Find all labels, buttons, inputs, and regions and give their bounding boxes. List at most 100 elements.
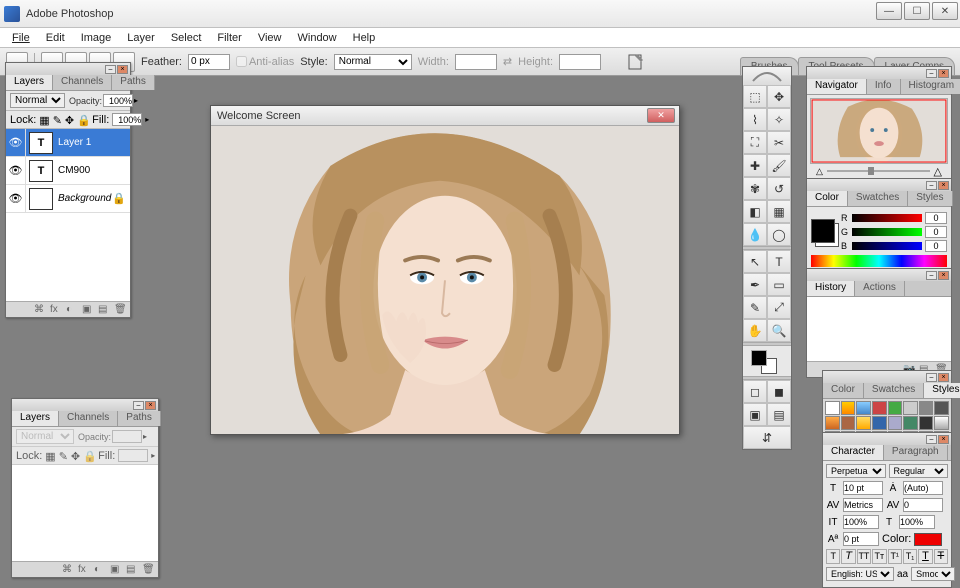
superscript-button[interactable]: T¹ xyxy=(888,549,902,564)
dodge-tool[interactable]: ◯ xyxy=(767,223,791,246)
style-swatch[interactable] xyxy=(934,401,949,415)
maximize-button[interactable]: ☐ xyxy=(904,2,930,20)
type-tool[interactable]: T xyxy=(767,250,791,273)
pen-tool[interactable]: ✒ xyxy=(743,273,767,296)
document-close-button[interactable]: ✕ xyxy=(647,108,675,123)
lock-pixels-icon[interactable]: ✎ xyxy=(53,114,62,126)
canvas[interactable] xyxy=(211,126,679,434)
brush-tool[interactable]: 🖌 xyxy=(767,154,791,177)
panel-minimize-icon[interactable]: – xyxy=(926,435,937,444)
tab-channels[interactable]: Channels xyxy=(59,411,118,426)
layer-mask-icon[interactable]: ◐ xyxy=(94,564,106,576)
tab-styles[interactable]: Styles xyxy=(924,383,960,398)
tab-navigator[interactable]: Navigator xyxy=(807,79,867,94)
allcaps-button[interactable]: TT xyxy=(857,549,871,564)
screen-mode-2-icon[interactable]: ▤ xyxy=(767,403,791,426)
lock-transparency-icon[interactable]: ▦ xyxy=(39,114,49,126)
layer-row[interactable]: 👁 T Layer 1 xyxy=(6,129,130,157)
kerning-input[interactable] xyxy=(843,498,883,512)
b-slider[interactable] xyxy=(852,242,922,250)
panel-close-icon[interactable]: × xyxy=(117,65,128,74)
eye-icon[interactable]: 👁 xyxy=(9,192,23,205)
panel-minimize-icon[interactable]: – xyxy=(926,69,937,78)
panel-minimize-icon[interactable]: – xyxy=(926,373,937,382)
zoom-in-icon[interactable]: △ xyxy=(934,165,942,178)
font-weight-select[interactable]: Regular xyxy=(889,464,949,478)
new-group-icon[interactable]: ▣ xyxy=(110,564,122,576)
close-button[interactable]: ✕ xyxy=(932,2,958,20)
smallcaps-button[interactable]: Tᴛ xyxy=(872,549,886,564)
style-select[interactable]: Normal xyxy=(334,54,412,70)
panel-minimize-icon[interactable]: – xyxy=(926,271,937,280)
edit-in-quickmask-icon[interactable] xyxy=(627,52,647,72)
layer-row[interactable]: 👁 Background 🔒 xyxy=(6,185,130,213)
fill-input[interactable] xyxy=(112,113,142,126)
vscale-input[interactable] xyxy=(843,515,879,529)
lock-all-icon[interactable]: 🔒 xyxy=(77,114,89,126)
panel-minimize-icon[interactable]: – xyxy=(105,65,116,74)
style-swatch[interactable] xyxy=(919,401,934,415)
jump-to-imageready-icon[interactable]: ⇵ xyxy=(743,426,791,449)
blend-mode-select[interactable]: Normal xyxy=(10,93,65,108)
link-layers-icon[interactable]: ⌘ xyxy=(34,304,46,316)
minimize-button[interactable]: — xyxy=(876,2,902,20)
delete-layer-icon[interactable]: 🗑 xyxy=(114,304,126,316)
color-spectrum[interactable] xyxy=(811,255,947,267)
tab-color[interactable]: Color xyxy=(823,383,864,398)
style-swatch[interactable] xyxy=(888,401,903,415)
menu-layer[interactable]: Layer xyxy=(119,32,163,44)
tab-swatches[interactable]: Swatches xyxy=(864,383,924,398)
fg-color[interactable] xyxy=(811,219,835,243)
tab-styles[interactable]: Styles xyxy=(908,191,952,206)
style-swatch[interactable] xyxy=(825,401,840,415)
panel-close-icon[interactable]: × xyxy=(938,373,949,382)
r-slider[interactable] xyxy=(852,214,922,222)
slice-tool[interactable]: ✂ xyxy=(767,131,791,154)
delete-layer-icon[interactable]: 🗑 xyxy=(142,564,154,576)
tab-paths[interactable]: Paths xyxy=(118,411,161,426)
style-swatch[interactable] xyxy=(841,401,856,415)
text-color-swatch[interactable] xyxy=(914,533,942,546)
eye-icon[interactable]: 👁 xyxy=(9,136,23,149)
style-swatch[interactable] xyxy=(903,416,918,430)
layer-style-icon[interactable]: fx xyxy=(50,304,62,316)
zoom-out-icon[interactable]: △ xyxy=(816,166,823,177)
g-slider[interactable] xyxy=(852,228,922,236)
tab-histogram[interactable]: Histogram xyxy=(901,79,960,94)
bold-button[interactable]: T xyxy=(826,549,840,564)
menu-image[interactable]: Image xyxy=(73,32,120,44)
tab-paths[interactable]: Paths xyxy=(112,75,155,90)
feather-input[interactable] xyxy=(188,54,230,70)
new-layer-icon[interactable]: ▤ xyxy=(126,564,138,576)
fg-color-swatch[interactable] xyxy=(751,350,767,366)
style-swatch[interactable] xyxy=(919,416,934,430)
leading-input[interactable] xyxy=(903,481,943,495)
navigator-proxy[interactable] xyxy=(810,98,948,164)
panel-close-icon[interactable]: × xyxy=(938,435,949,444)
r-input[interactable] xyxy=(925,212,947,224)
style-swatch[interactable] xyxy=(825,416,840,430)
eyedropper-tool[interactable]: ⤢ xyxy=(767,296,791,319)
layer-thumb[interactable]: T xyxy=(29,132,53,154)
eraser-tool[interactable]: ◧ xyxy=(743,200,767,223)
menu-filter[interactable]: Filter xyxy=(209,32,249,44)
style-swatch[interactable] xyxy=(903,401,918,415)
menu-window[interactable]: Window xyxy=(290,32,345,44)
tab-swatches[interactable]: Swatches xyxy=(848,191,908,206)
menu-edit[interactable]: Edit xyxy=(38,32,73,44)
zoom-tool[interactable]: 🔍 xyxy=(767,319,791,342)
lock-position-icon[interactable]: ✥ xyxy=(65,114,74,126)
baseline-input[interactable] xyxy=(843,532,879,546)
standard-mode-icon[interactable]: ◻ xyxy=(743,380,767,403)
menu-view[interactable]: View xyxy=(250,32,290,44)
b-input[interactable] xyxy=(925,240,947,252)
panel-close-icon[interactable]: × xyxy=(145,401,156,410)
panel-close-icon[interactable]: × xyxy=(938,271,949,280)
layer-row[interactable]: 👁 T CM900 xyxy=(6,157,130,185)
style-swatch[interactable] xyxy=(872,416,887,430)
style-swatch[interactable] xyxy=(856,416,871,430)
lasso-tool[interactable]: ⌇ xyxy=(743,108,767,131)
menu-select[interactable]: Select xyxy=(163,32,210,44)
underline-button[interactable]: T xyxy=(918,549,932,564)
history-list[interactable] xyxy=(807,297,951,361)
